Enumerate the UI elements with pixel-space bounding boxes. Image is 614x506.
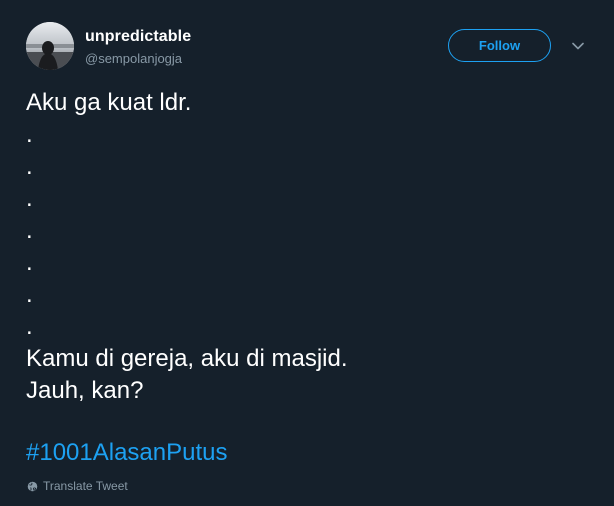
hashtag-link[interactable]: #1001AlasanPutus (26, 437, 586, 469)
chevron-down-icon[interactable] (570, 38, 586, 54)
tweet-line: . (26, 121, 33, 148)
globe-icon (27, 481, 38, 491)
tweet-line: . (26, 249, 33, 276)
display-name[interactable]: unpredictable (85, 28, 191, 46)
tweet-line: Jauh, kan? (26, 377, 144, 404)
follow-button[interactable]: Follow (448, 29, 551, 62)
tweet-line: . (26, 217, 33, 244)
tweet-line: . (26, 153, 33, 180)
user-handle[interactable]: @sempolanjogja (85, 51, 182, 66)
tweet-line: . (26, 281, 33, 308)
avatar[interactable] (26, 22, 74, 70)
tweet-line: Aku ga kuat ldr. (26, 89, 192, 116)
translate-label: Translate Tweet (43, 479, 128, 493)
tweet: unpredictable @sempolanjogja Follow Aku … (0, 0, 614, 506)
tweet-line: . (26, 313, 33, 340)
tweet-line: . (26, 185, 33, 212)
translate-tweet-link[interactable]: Translate Tweet (27, 479, 128, 493)
tweet-line: Kamu di gereja, aku di masjid. (26, 345, 348, 372)
avatar-image (26, 22, 74, 70)
tweet-text: Aku ga kuat ldr. . . . . . . . Kamu di g… (26, 87, 586, 469)
